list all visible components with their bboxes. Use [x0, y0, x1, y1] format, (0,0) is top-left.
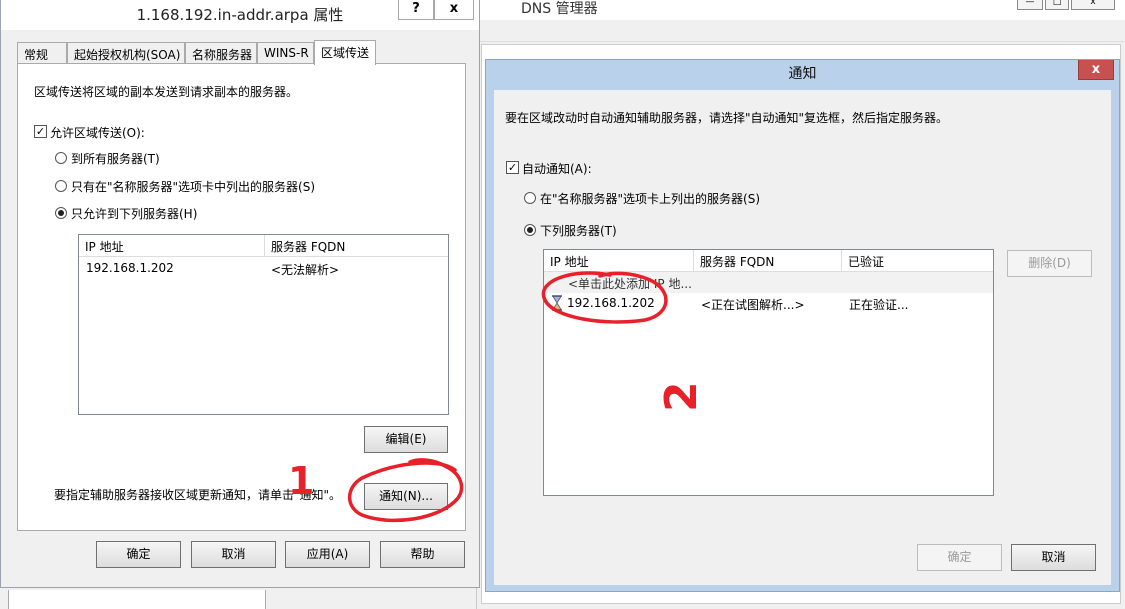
column-header-fqdn[interactable]: 服务器 FQDN — [694, 250, 842, 272]
tab-soa[interactable]: 起始授权机构(SOA) — [67, 42, 185, 64]
notify-instruction: 要指定辅助服务器接收区域更新通知，请单击"通知"。 — [54, 488, 342, 502]
column-header-ip[interactable]: IP 地址 — [79, 235, 265, 257]
row-ip: 192.168.1.202 — [567, 296, 655, 310]
tab-wins-r[interactable]: WINS-R — [257, 42, 314, 64]
dns-manager-titlebar: DNS 管理器 — □ x — [477, 0, 1125, 20]
transfer-server-list[interactable]: IP 地址 服务器 FQDN 192.168.1.202 <无法解析> — [78, 234, 449, 415]
radio-following-servers-label: 只允许到下列服务器(H) — [71, 207, 198, 221]
radio-all-servers-label: 到所有服务器(T) — [71, 152, 160, 166]
minimize-button[interactable]: — — [1017, 0, 1043, 10]
radio-following-servers[interactable] — [524, 224, 536, 236]
notify-button[interactable]: 通知(N)... — [364, 483, 448, 510]
allow-transfer-label: 允许区域传送(O): — [50, 126, 145, 140]
row-ip: 192.168.1.202 — [86, 261, 174, 275]
allow-transfer-checkbox[interactable]: ✓ — [34, 125, 47, 138]
properties-titlebar: 1.168.192.in-addr.arpa 属性 ? x — [1, 0, 479, 30]
add-server-row[interactable]: <单击此处添加 IP 地... — [544, 272, 993, 293]
radio-name-servers-tab[interactable] — [524, 192, 536, 204]
cancel-button[interactable]: 取消 — [1011, 544, 1096, 571]
dns-manager-menubar — [477, 20, 1125, 42]
radio-following-servers-label: 下列服务器(T) — [540, 224, 617, 238]
help-icon[interactable]: ? — [398, 0, 434, 20]
tab-zone-transfers[interactable]: 区域传送 — [314, 40, 376, 65]
delete-button[interactable]: 删除(D) — [1007, 250, 1092, 277]
dns-manager-title: DNS 管理器 — [521, 1, 598, 17]
tab-general[interactable]: 常规 — [17, 42, 67, 64]
column-header-ip[interactable]: IP 地址 — [544, 250, 694, 272]
notify-dialog: 通知 x 要在区域改动时自动通知辅助服务器，请选择"自动通知"复选框，然后指定服… — [485, 59, 1120, 592]
apply-button[interactable]: 应用(A) — [285, 541, 370, 568]
notify-server-list[interactable]: IP 地址 服务器 FQDN 已验证 <单击此处添加 IP 地... 192.1… — [543, 249, 994, 496]
notify-title: 通知 — [788, 66, 817, 82]
row-verified: 正在验证... — [849, 298, 909, 312]
zone-transfer-description: 区域传送将区域的副本发送到请求副本的服务器。 — [34, 85, 299, 99]
radio-name-servers-tab-label: 只有在"名称服务器"选项卡中列出的服务器(S) — [71, 180, 316, 194]
radio-name-servers-tab[interactable] — [55, 180, 67, 192]
tab-name-servers[interactable]: 名称服务器 — [185, 42, 257, 64]
close-icon[interactable]: x — [434, 0, 474, 20]
row-fqdn: <正在试图解析...> — [701, 298, 805, 312]
hourglass-icon — [552, 295, 562, 311]
maximize-button[interactable]: □ — [1045, 0, 1069, 10]
auto-notify-checkbox[interactable]: ✓ — [506, 161, 519, 174]
cancel-button[interactable]: 取消 — [191, 541, 276, 568]
notify-description: 要在区域改动时自动通知辅助服务器，请选择"自动通知"复选框，然后指定服务器。 — [505, 111, 949, 125]
zone-transfers-panel: 区域传送将区域的副本发送到请求副本的服务器。 ✓ 允许区域传送(O): 到所有服… — [17, 63, 466, 531]
help-button[interactable]: 帮助 — [380, 541, 465, 568]
auto-notify-label: 自动通知(A): — [522, 162, 592, 176]
column-header-fqdn[interactable]: 服务器 FQDN — [265, 235, 448, 257]
radio-all-servers[interactable] — [55, 152, 67, 164]
dns-manager-close-button[interactable]: x — [1071, 0, 1115, 10]
background-tree-pane — [8, 590, 266, 609]
row-fqdn: <无法解析> — [271, 263, 340, 277]
notify-content: 要在区域改动时自动通知辅助服务器，请选择"自动通知"复选框，然后指定服务器。 ✓… — [494, 90, 1111, 585]
add-server-placeholder: <单击此处添加 IP 地... — [568, 277, 692, 291]
column-header-verified[interactable]: 已验证 — [842, 250, 993, 272]
close-icon[interactable]: x — [1078, 60, 1114, 80]
edit-button[interactable]: 编辑(E) — [364, 426, 448, 453]
radio-following-servers[interactable] — [55, 207, 67, 219]
zone-properties-dialog: 1.168.192.in-addr.arpa 属性 ? x 常规 起始授权机构(… — [0, 0, 480, 588]
radio-name-servers-tab-label: 在"名称服务器"选项卡上列出的服务器(S) — [540, 192, 761, 206]
ok-button[interactable]: 确定 — [917, 544, 1002, 571]
ok-button[interactable]: 确定 — [96, 541, 181, 568]
